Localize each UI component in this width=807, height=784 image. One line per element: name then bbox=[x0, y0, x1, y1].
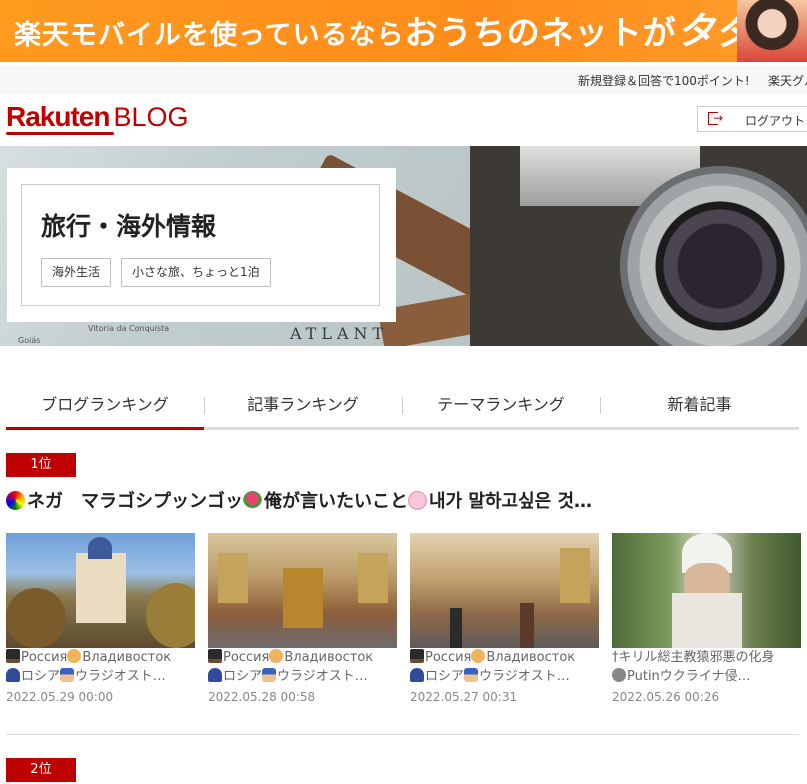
article-line-1: Россия Владивосток bbox=[410, 648, 599, 667]
face-icon bbox=[471, 649, 486, 663]
blossom-icon bbox=[408, 491, 427, 510]
tulip-icon bbox=[243, 491, 262, 510]
article-date: 2022.05.28 00:58 bbox=[208, 690, 316, 704]
article-line-2: Putinウクライナ侵… bbox=[612, 667, 801, 686]
ad-banner[interactable]: 楽天モバイルを使っているならおうちのネットがタダ!! bbox=[0, 0, 807, 62]
ad-text: 楽天モバイルを使っているならおうちのネットがタダ!! bbox=[14, 9, 792, 53]
guard-icon bbox=[464, 668, 479, 682]
blog-title-part2: 俺が言いたいこと bbox=[264, 491, 408, 512]
article-line-1: Россия Владивосток bbox=[208, 648, 397, 667]
logo-swoosh bbox=[6, 132, 114, 135]
ranking-tabs: ブログランキング 記事ランキング テーマランキング 新着記事 bbox=[6, 390, 799, 430]
rank-badge-1: 1位 bbox=[6, 453, 76, 477]
article-line-2: ロシア ウラジオスト… bbox=[6, 667, 195, 686]
hat-icon bbox=[208, 649, 222, 663]
article-line-2: ロシア ウラジオスト… bbox=[410, 667, 599, 686]
hat-icon bbox=[410, 649, 424, 663]
skull-icon bbox=[612, 668, 626, 682]
article-card[interactable]: Россия Владивосток ロシア ウラジオスト… 2022.05.29 … bbox=[6, 533, 195, 704]
article-card[interactable]: Россия Владивосток ロシア ウラジオスト… 2022.05.27 … bbox=[410, 533, 599, 704]
article-thumbnail bbox=[208, 533, 397, 648]
hat-icon bbox=[6, 649, 20, 663]
tag-small-trip[interactable]: 小さな旅、ちょっと1泊 bbox=[121, 258, 271, 287]
article-line-1: †キリル総主教猿邪悪の化身 bbox=[612, 650, 775, 665]
blog-title-link[interactable]: ネガ マラゴシプッンゴッ 俺が言いたいこと 내가 말하고싶은 것… bbox=[6, 487, 592, 513]
article-card[interactable]: Россия Владивосток ロシア ウラジオスト… 2022.05.28 … bbox=[208, 533, 397, 704]
theme-card: 旅行・海外情報 海外生活 小さな旅、ちょっと1泊 bbox=[7, 168, 396, 322]
tab-theme-ranking[interactable]: テーマランキング bbox=[402, 390, 600, 420]
blog-title-part3: 내가 말하고싶은 것… bbox=[429, 491, 593, 512]
face-icon bbox=[67, 649, 82, 663]
cap-icon bbox=[208, 668, 222, 682]
article-thumbnail bbox=[6, 533, 195, 648]
promo-link[interactable]: 新規登録＆回答で100ポイント! bbox=[578, 72, 750, 89]
cap-icon bbox=[410, 668, 424, 682]
article-thumbnail bbox=[410, 533, 599, 648]
theme-card-border: 旅行・海外情報 海外生活 小さな旅、ちょっと1泊 bbox=[21, 184, 380, 306]
article-date: 2022.05.29 00:00 bbox=[6, 690, 114, 704]
article-line-1: Россия Владивосток bbox=[6, 648, 195, 667]
tab-blog-ranking[interactable]: ブログランキング bbox=[6, 390, 204, 420]
active-tab-indicator bbox=[6, 427, 204, 430]
tag-overseas-life[interactable]: 海外生活 bbox=[41, 258, 112, 287]
map-label-atlantic: ATLANT bbox=[290, 324, 389, 343]
map-label-goias: Goiás bbox=[18, 336, 41, 345]
map-label-city: Vitoria da Conquista bbox=[88, 324, 170, 333]
tab-new-articles[interactable]: 新着記事 bbox=[600, 390, 799, 420]
theme-title: 旅行・海外情報 bbox=[41, 212, 217, 241]
blog-title-part1: ネガ マラゴシプッンゴッ bbox=[27, 491, 243, 512]
arrow-right-icon: → bbox=[713, 111, 724, 125]
ad-person-image bbox=[737, 0, 807, 62]
section-divider bbox=[6, 734, 799, 735]
group-link[interactable]: 楽天グル bbox=[768, 72, 807, 89]
rainbow-icon bbox=[6, 491, 25, 510]
guard-icon bbox=[262, 668, 277, 682]
article-thumbnail bbox=[612, 533, 801, 648]
tab-article-ranking[interactable]: 記事ランキング bbox=[204, 390, 402, 420]
rakuten-blog-logo[interactable]: Rakuten BLOG bbox=[6, 101, 189, 133]
logout-button[interactable]: → ログアウト bbox=[697, 106, 807, 132]
article-date: 2022.05.26 00:26 bbox=[612, 690, 720, 704]
article-date: 2022.05.27 00:31 bbox=[410, 690, 518, 704]
guard-icon bbox=[60, 668, 75, 682]
rank-badge-2: 2位 bbox=[6, 758, 76, 782]
cap-icon bbox=[6, 668, 20, 682]
article-line-2: ロシア ウラジオスト… bbox=[208, 667, 397, 686]
article-card[interactable]: †キリル総主教猿邪悪の化身 Putinウクライナ侵… 2022.05.26 00… bbox=[612, 533, 801, 704]
face-icon bbox=[269, 649, 284, 663]
utility-bar: 新規登録＆回答で100ポイント! 楽天グル bbox=[0, 66, 807, 94]
